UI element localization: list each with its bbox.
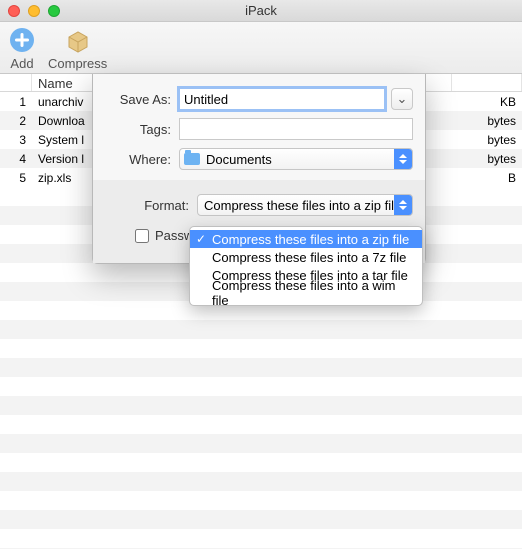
add-button[interactable]: Add [8,26,36,71]
box-icon [64,26,92,54]
format-value: Compress these files into a zip file [204,198,401,213]
close-window-button[interactable] [8,5,20,17]
traffic-lights [8,5,60,17]
password-check-input[interactable] [135,229,149,243]
zoom-window-button[interactable] [48,5,60,17]
format-select[interactable]: Compress these files into a zip file [197,194,413,216]
compress-label: Compress [48,56,107,71]
format-label: Format: [105,198,189,213]
updown-icon [394,149,412,169]
save-as-input[interactable] [179,88,385,110]
menu-item-7z[interactable]: Compress these files into a 7z file [190,248,422,266]
updown-icon [394,195,412,215]
where-label: Where: [105,152,171,167]
plus-circle-icon [8,26,36,54]
where-select[interactable]: Documents [179,148,413,170]
folder-icon [184,153,200,165]
minimize-window-button[interactable] [28,5,40,17]
toolbar: Add Compress [0,22,522,74]
add-label: Add [10,56,33,71]
col-size[interactable] [452,74,522,91]
titlebar: iPack [0,0,522,22]
save-sheet: Save As: ⌄ Tags: Where: Documents Format… [92,74,426,264]
save-as-label: Save As: [105,92,171,107]
format-menu: Compress these files into a zip file Com… [189,226,423,306]
where-value: Documents [206,152,408,167]
expand-button[interactable]: ⌄ [391,88,413,110]
chevron-down-icon: ⌄ [397,91,408,107]
tags-label: Tags: [105,122,171,137]
col-number[interactable] [0,74,32,91]
window-title: iPack [0,3,522,18]
compress-button[interactable]: Compress [48,26,107,71]
menu-item-zip[interactable]: Compress these files into a zip file [190,230,422,248]
tags-input[interactable] [179,118,413,140]
menu-item-wim[interactable]: Compress these files into a wim file [190,284,422,302]
